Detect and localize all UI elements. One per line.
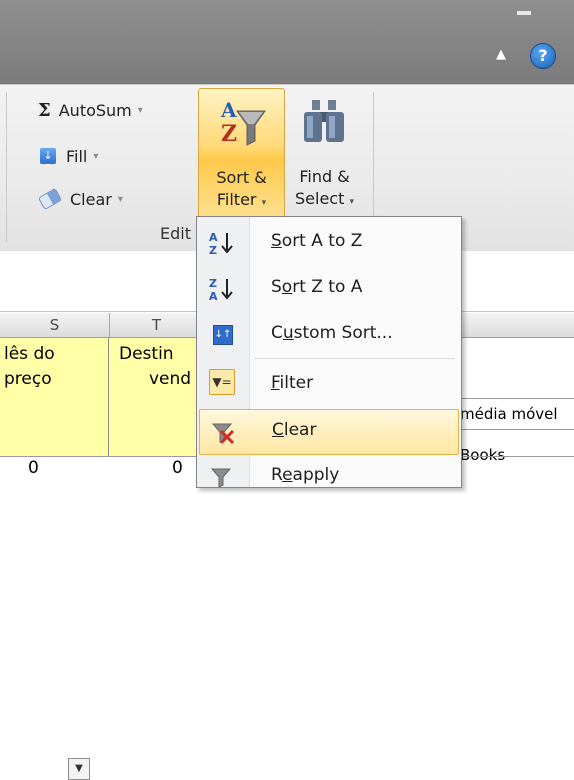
menu-label: Sort A to Z (271, 231, 362, 251)
column-header-t[interactable]: T (109, 313, 205, 337)
autosum-label: AutoSum (58, 100, 132, 120)
sort-a-to-z-icon: AZ (207, 229, 237, 257)
ribbon-group-label: Edit (160, 224, 191, 243)
accelerator-key: e (282, 465, 293, 485)
menu-label: Reapply (271, 465, 339, 485)
accelerator-key: F (271, 373, 280, 393)
label-part: ilter (279, 373, 314, 393)
sort-z-to-a-icon: ZA (207, 275, 237, 303)
menu-item-custom-sort[interactable]: ↓↑ Custom Sort... (199, 313, 457, 357)
ribbon-collapse-icon[interactable]: ▲ (490, 44, 512, 66)
sigma-icon: Σ (38, 99, 51, 121)
accelerator-key: S (271, 231, 282, 251)
sort-filter-label-text: Filter (216, 190, 257, 209)
sheet-area (460, 338, 574, 398)
svg-text:Z: Z (209, 277, 217, 290)
clear-filter-icon (208, 418, 238, 446)
cell-text-line: vend (149, 369, 192, 389)
menu-label: Custom Sort... (271, 323, 393, 343)
sort-filter-label-line2: Filter ▾ (199, 189, 284, 214)
header-cell-t[interactable]: Destin vend (109, 338, 204, 457)
menu-label: Clear (272, 420, 316, 440)
find-select-label-line1: Find & (299, 167, 350, 186)
sort-filter-icon: A Z (220, 98, 266, 147)
accelerator-key: C (272, 420, 284, 440)
cell-media-movel[interactable]: média móvel (460, 398, 574, 430)
binoculars-icon (304, 100, 344, 142)
label-part: rt Z to A (292, 277, 363, 297)
sort-filter-label-line1: Sort & (216, 168, 267, 187)
fill-label: Fill (66, 146, 88, 166)
label-part: apply (292, 465, 340, 485)
column-header-s[interactable]: S (0, 313, 110, 337)
clear-button[interactable]: Clear ▾ (37, 185, 123, 213)
menu-divider (255, 358, 453, 359)
chevron-down-icon[interactable]: ▾ (138, 105, 143, 116)
menu-item-reapply[interactable]: Reapply (199, 455, 457, 499)
title-bar (0, 0, 574, 84)
chevron-down-icon[interactable]: ▾ (118, 194, 123, 205)
help-button[interactable]: ? (530, 43, 556, 69)
header-cell-s[interactable]: lês do preço ▼ (0, 338, 109, 780)
minimize-button[interactable] (512, 6, 538, 18)
label-part: C (271, 323, 283, 343)
cell-value[interactable]: 0 (172, 458, 183, 478)
label-part: S (271, 277, 282, 297)
find-select-button[interactable]: Find & Select ▾ (286, 88, 364, 216)
chevron-down-icon: ▾ (261, 198, 267, 208)
reapply-filter-icon (207, 463, 237, 491)
fill-button[interactable]: ↓ Fill ▾ (40, 142, 98, 170)
svg-text:Z: Z (221, 121, 237, 147)
cell-text-line: lês do (4, 344, 55, 364)
menu-label: Filter (271, 373, 313, 393)
svg-text:A: A (220, 98, 237, 122)
chevron-down-icon: ▾ (349, 197, 354, 207)
ribbon-group-divider (6, 92, 7, 242)
menu-item-clear[interactable]: Clear (199, 409, 459, 455)
menu-item-sort-a-to-z[interactable]: AZ Sort A to Z (199, 221, 457, 265)
eraser-icon (37, 187, 63, 211)
find-select-label-text: Select (295, 189, 345, 208)
sort-filter-button[interactable]: A Z Sort & Filter ▾ (198, 88, 285, 218)
filter-dropdown-icon[interactable]: ▼ (68, 758, 90, 780)
sort-filter-menu: AZ Sort A to Z ZA Sort Z to A ↓↑ Custom … (196, 216, 462, 488)
menu-label: Sort Z to A (271, 277, 362, 297)
cell-value[interactable]: 0 (28, 458, 39, 478)
cell-text-line: preço (4, 369, 52, 389)
cell-books[interactable]: Books (460, 446, 505, 464)
find-select-label-line2: Select ▾ (282, 188, 367, 213)
clear-label: Clear (70, 189, 112, 209)
label-part: ort A to Z (281, 231, 363, 251)
fill-down-icon: ↓ (40, 148, 56, 164)
accelerator-key: u (282, 323, 294, 343)
label-part: lear (283, 420, 317, 440)
svg-text:A: A (209, 290, 218, 303)
svg-text:A: A (209, 231, 218, 244)
cell-text-line: Destin (119, 344, 174, 364)
filter-icon: ▼= (209, 369, 235, 395)
svg-text:Z: Z (209, 244, 217, 257)
menu-item-sort-z-to-a[interactable]: ZA Sort Z to A (199, 267, 457, 311)
label-part: R (271, 465, 283, 485)
menu-item-filter[interactable]: ▼= Filter (199, 363, 457, 407)
autosum-button[interactable]: Σ AutoSum ▾ (38, 96, 143, 124)
accelerator-key: o (281, 277, 293, 297)
label-part: stom Sort... (293, 323, 393, 343)
chevron-down-icon[interactable]: ▾ (93, 151, 98, 162)
custom-sort-icon: ↓↑ (213, 325, 233, 345)
